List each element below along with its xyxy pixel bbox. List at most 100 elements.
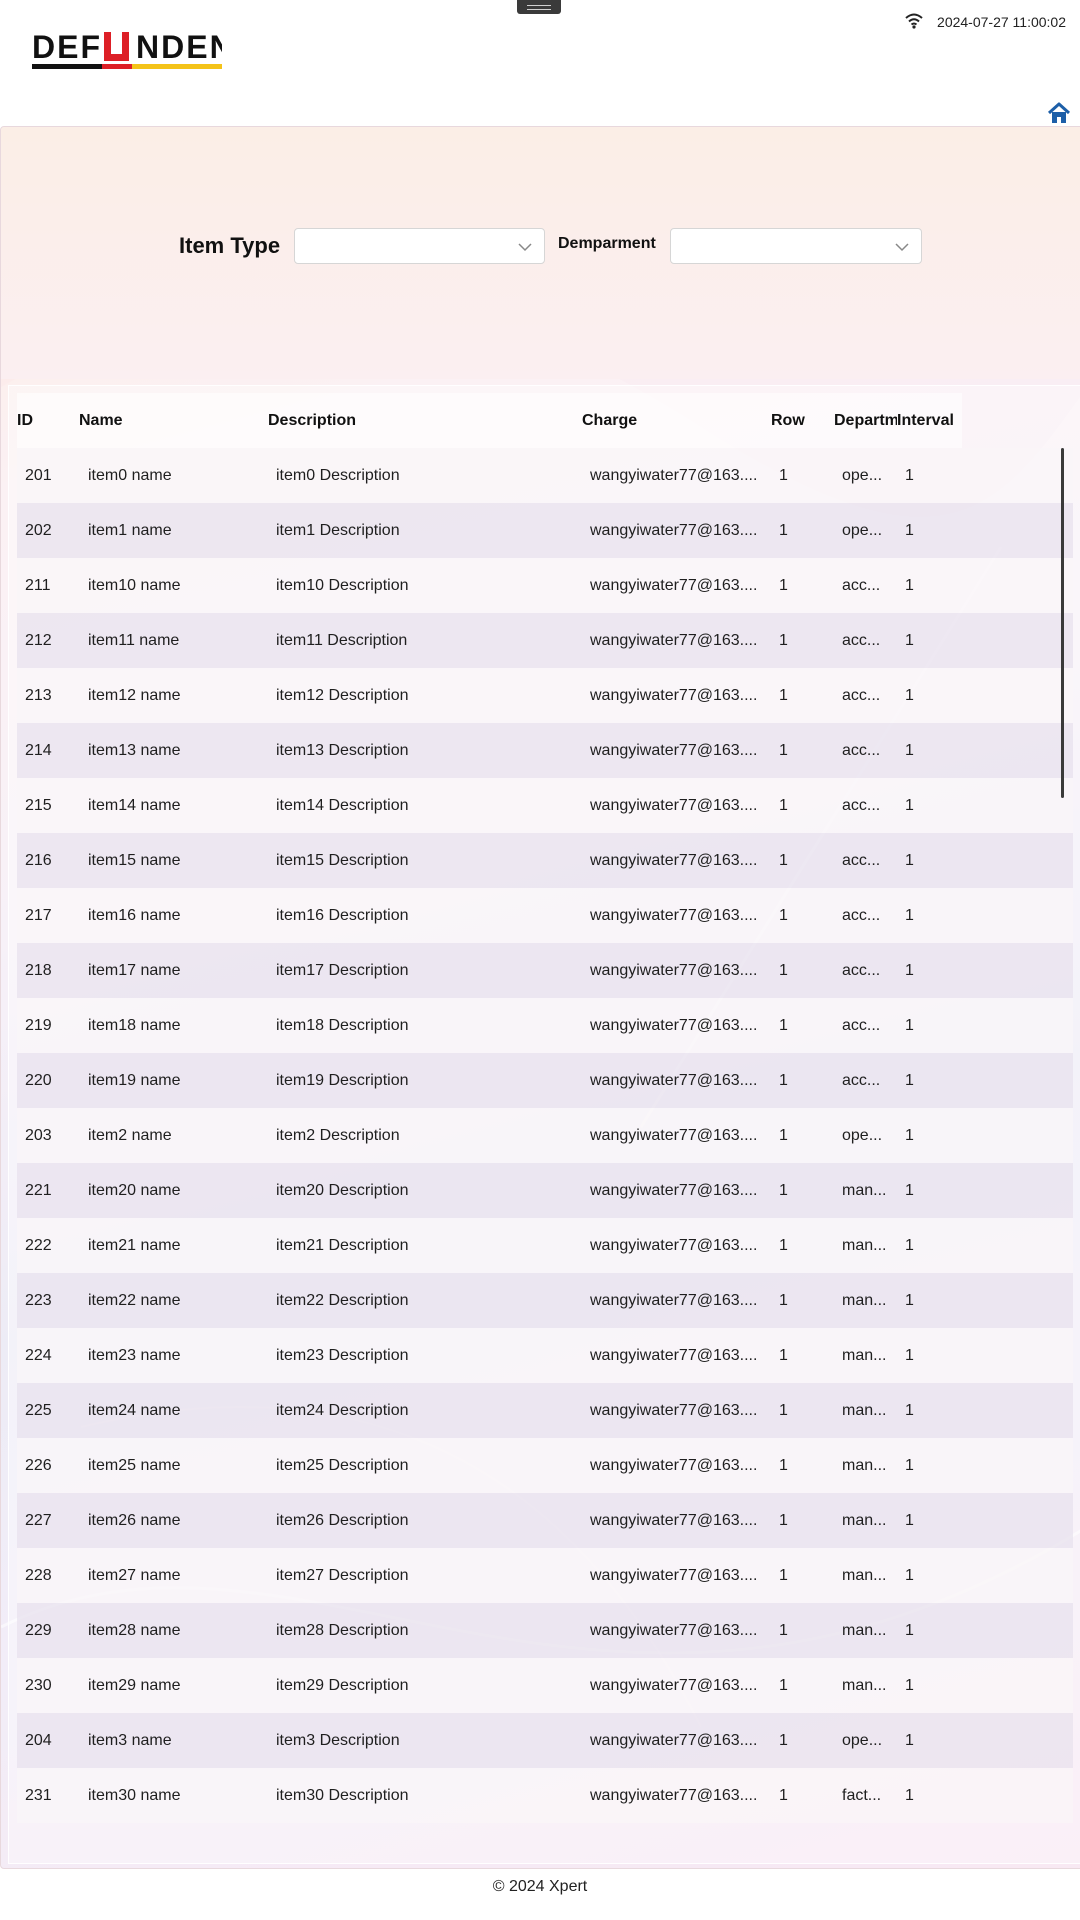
window-drag-handle[interactable] [517, 0, 561, 14]
item-type-select[interactable] [294, 228, 545, 264]
cell-charge: wangyiwater77@163.... [590, 1787, 758, 1804]
cell-department: man... [842, 1182, 887, 1199]
home-icon [1047, 102, 1071, 123]
cell-id: 201 [25, 467, 52, 484]
cell-description: item20 Description [276, 1182, 409, 1199]
cell-charge: wangyiwater77@163.... [590, 1732, 758, 1749]
column-header-description[interactable]: Description [268, 393, 568, 448]
cell-name: item23 name [88, 1347, 181, 1364]
svg-text:NDEN: NDEN [136, 29, 222, 65]
cell-id: 231 [25, 1787, 52, 1804]
cell-charge: wangyiwater77@163.... [590, 797, 758, 814]
table-row[interactable]: 215 item14 name item14 Description wangyiwa… [17, 778, 1073, 833]
wifi-icon [905, 13, 923, 32]
table-row[interactable]: 224 item23 name item23 Description wangyiwa… [17, 1328, 1073, 1383]
cell-id: 204 [25, 1732, 52, 1749]
cell-row: 1 [779, 577, 788, 594]
table-row[interactable]: 221 item20 name item20 Description wangyiwa… [17, 1163, 1073, 1218]
table-row[interactable]: 217 item16 name item16 Description wangyiwa… [17, 888, 1073, 943]
cell-description: item1 Description [276, 522, 400, 539]
table-row[interactable]: 225 item24 name item24 Description wangyiwa… [17, 1383, 1073, 1438]
cell-description: item23 Description [276, 1347, 409, 1364]
svg-text:DEF: DEF [32, 29, 102, 65]
cell-description: item29 Description [276, 1677, 409, 1694]
status-bar: 2024-07-27 11:00:02 [905, 12, 1066, 32]
cell-interval: 1 [905, 577, 914, 594]
table-row[interactable]: 216 item15 name item15 Description wangyiwa… [17, 833, 1073, 888]
table-row[interactable]: 214 item13 name item13 Description wangyiwa… [17, 723, 1073, 778]
cell-department: acc... [842, 687, 881, 704]
table-row[interactable]: 203 item2 name item2 Description wangyiwate… [17, 1108, 1073, 1163]
cell-id: 225 [25, 1402, 52, 1419]
table-row[interactable]: 204 item3 name item3 Description wangyiwate… [17, 1713, 1073, 1768]
table-row[interactable]: 228 item27 name item27 Description wangyiwa… [17, 1548, 1073, 1603]
cell-description: item3 Description [276, 1732, 400, 1749]
cell-name: item16 name [88, 907, 181, 924]
cell-charge: wangyiwater77@163.... [590, 962, 758, 979]
cell-department: ope... [842, 1732, 883, 1749]
column-header-department[interactable]: Departm [834, 393, 897, 448]
cell-department: ope... [842, 522, 883, 539]
cell-department: man... [842, 1292, 887, 1309]
table-scrollbar[interactable] [1061, 448, 1064, 798]
cell-interval: 1 [905, 1292, 914, 1309]
cell-row: 1 [779, 742, 788, 759]
cell-interval: 1 [905, 1457, 914, 1474]
column-header-charge[interactable]: Charge [582, 393, 762, 448]
cell-row: 1 [779, 1237, 788, 1254]
cell-description: item21 Description [276, 1237, 409, 1254]
column-header-id[interactable]: ID [17, 393, 72, 448]
cell-row: 1 [779, 1182, 788, 1199]
column-header-row[interactable]: Row [771, 393, 826, 448]
cell-id: 218 [25, 962, 52, 979]
cell-name: item12 name [88, 687, 181, 704]
cell-department: man... [842, 1237, 887, 1254]
table-row[interactable]: 229 item28 name item28 Description wangyiwa… [17, 1603, 1073, 1658]
table-row[interactable]: 211 item10 name item10 Description wangyiwa… [17, 558, 1073, 613]
cell-description: item16 Description [276, 907, 409, 924]
table-row[interactable]: 219 item18 name item18 Description wangyiwa… [17, 998, 1073, 1053]
table-row[interactable]: 212 item11 name item11 Description wangyiwa… [17, 613, 1073, 668]
cell-department: man... [842, 1622, 887, 1639]
item-type-label: Item Type [179, 233, 281, 258]
cell-name: item14 name [88, 797, 181, 814]
table-row[interactable]: 218 item17 name item17 Description wangyiwa… [17, 943, 1073, 998]
cell-description: item11 Description [276, 632, 408, 649]
cell-charge: wangyiwater77@163.... [590, 1567, 758, 1584]
table-row[interactable]: 223 item22 name item22 Description wangyiwa… [17, 1273, 1073, 1328]
home-button[interactable] [1046, 100, 1072, 126]
column-header-interval[interactable]: Interval [897, 393, 962, 448]
table-row[interactable]: 220 item19 name item19 Description wangyiwa… [17, 1053, 1073, 1108]
cell-name: item25 name [88, 1457, 181, 1474]
column-header-name[interactable]: Name [79, 393, 259, 448]
cell-row: 1 [779, 1622, 788, 1639]
cell-name: item26 name [88, 1512, 181, 1529]
cell-interval: 1 [905, 1512, 914, 1529]
cell-charge: wangyiwater77@163.... [590, 1127, 758, 1144]
department-select[interactable] [670, 228, 922, 264]
cell-description: item10 Description [276, 577, 409, 594]
table-row[interactable]: 231 item30 name item30 Description wangyiwa… [17, 1768, 1073, 1823]
table-row[interactable]: 201 item0 name item0 Description wangyiwate… [17, 448, 1073, 503]
chevron-down-icon [895, 243, 909, 252]
cell-department: fact... [842, 1787, 882, 1804]
cell-row: 1 [779, 522, 788, 539]
cell-id: 224 [25, 1347, 52, 1364]
cell-charge: wangyiwater77@163.... [590, 742, 758, 759]
cell-charge: wangyiwater77@163.... [590, 1402, 758, 1419]
cell-description: item22 Description [276, 1292, 409, 1309]
table-row[interactable]: 202 item1 name item1 Description wangyiwate… [17, 503, 1073, 558]
cell-interval: 1 [905, 907, 914, 924]
footer-copyright: © 2024 Xpert [492, 1878, 588, 1895]
table-row[interactable]: 213 item12 name item12 Description wangyiwa… [17, 668, 1073, 723]
cell-department: man... [842, 1567, 887, 1584]
table-row[interactable]: 227 item26 name item26 Description wangyiwa… [17, 1493, 1073, 1548]
cell-interval: 1 [905, 962, 914, 979]
cell-description: item27 Description [276, 1567, 409, 1584]
table-row[interactable]: 226 item25 name item25 Description wangyiwa… [17, 1438, 1073, 1493]
table-row[interactable]: 230 item29 name item29 Description wangyiwa… [17, 1658, 1073, 1713]
table-row[interactable]: 222 item21 name item21 Description wangyiwa… [17, 1218, 1073, 1273]
cell-description: item15 Description [276, 852, 409, 869]
brand-logo: DEF NDEN [32, 28, 233, 69]
cell-interval: 1 [905, 1127, 914, 1144]
